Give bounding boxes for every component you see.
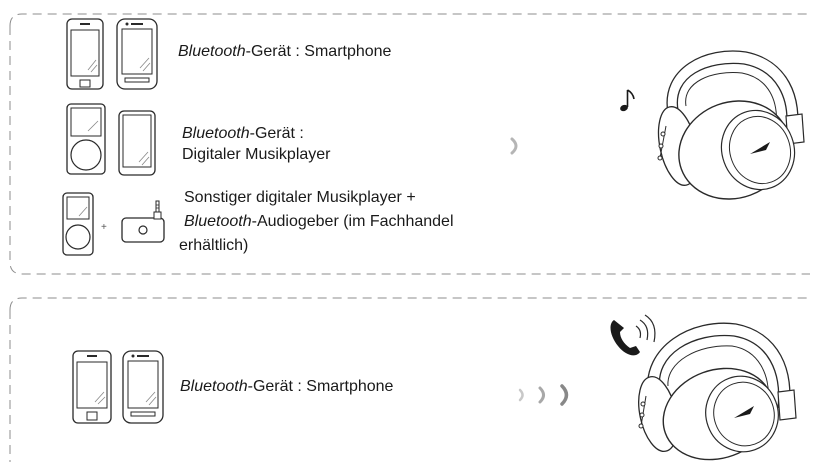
other-player-label-line1: Sonstiger digitaler Musikplayer +	[184, 189, 416, 206]
other-player-label-line3: erhältlich)	[179, 237, 249, 254]
signal-arrow-icon	[518, 384, 569, 406]
device-type-text: -Gerät : Smartphone	[247, 378, 394, 395]
phone-icon	[116, 18, 158, 90]
phone-icon	[118, 110, 156, 176]
call-smartphone-label: Bluetooth-Gerät : Smartphone	[180, 376, 393, 397]
smartphone-icon	[72, 350, 112, 424]
bluetooth-brand: Bluetooth	[184, 213, 252, 230]
music-player-label: Bluetooth-Gerät : Digitaler Musikplayer	[182, 123, 331, 165]
music-player-icon	[66, 103, 106, 175]
headphones-icon	[638, 322, 797, 461]
music-player-label-line1: Bluetooth-Gerät :	[182, 123, 331, 144]
smartphone-icon	[66, 18, 104, 90]
smartphone-label: Bluetooth-Gerät : Smartphone	[178, 41, 391, 62]
audio-transmitter-icon	[121, 200, 165, 243]
music-panel: Bluetooth-Gerät : Smartphone Bluetooth-G…	[0, 0, 819, 278]
plus-sign: +	[101, 222, 107, 233]
bluetooth-brand: Bluetooth	[180, 378, 248, 395]
bluetooth-brand: Bluetooth	[178, 43, 246, 60]
other-player-label: Sonstiger digitaler Musikplayer + Blueto…	[179, 186, 454, 258]
music-player-icon	[62, 192, 94, 256]
music-player-label-line2: Digitaler Musikplayer	[182, 146, 331, 163]
other-player-label-line2: Bluetooth-Audiogeber (im Fachhandel	[179, 210, 454, 234]
music-note-icon	[620, 89, 635, 112]
signal-arrow-icon	[510, 137, 518, 155]
device-type-text: -Gerät :	[249, 125, 304, 142]
phone-icon	[122, 350, 164, 424]
call-panel: Bluetooth-Gerät : Smartphone	[0, 288, 819, 462]
headphones-icon	[657, 50, 805, 200]
device-type-text: -Gerät : Smartphone	[245, 43, 392, 60]
device-type-text: -Audiogeber (im Fachhandel	[251, 213, 454, 230]
bluetooth-brand: Bluetooth	[182, 125, 250, 142]
